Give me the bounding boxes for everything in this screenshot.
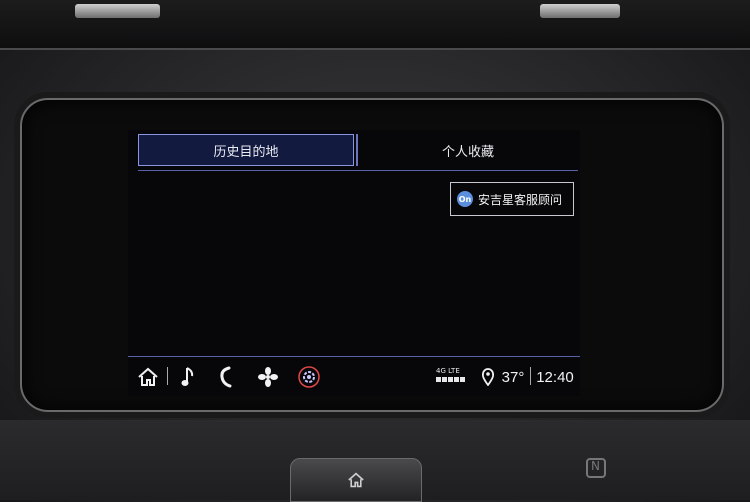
tab-history-destinations[interactable]: 历史目的地 [138,134,354,166]
tab-history-label: 历史目的地 [213,144,279,160]
status-bar: 4G LTE 37° 12:40 [128,356,580,396]
status-divider [530,367,531,385]
onstar-advisor-label: 安吉星客服顾问 [478,192,563,207]
tab-favorites-label: 个人收藏 [441,144,494,160]
home-icon [138,367,158,386]
fan-icon [258,367,278,387]
audio-button[interactable] [178,363,200,391]
hardware-home-button[interactable] [290,458,422,502]
dashboard-top-trim [0,0,750,50]
clock: 12:40 [536,368,574,386]
home-button[interactable] [136,363,160,391]
tab-favorites[interactable]: 个人收藏 [356,134,578,166]
location-pin-icon [482,368,494,386]
climate-button[interactable] [256,363,280,391]
onstar-icon: On [457,191,473,207]
settings-icon [298,366,320,388]
left-air-vent [75,4,160,18]
tab-bar: 历史目的地 个人收藏 [138,134,578,171]
right-air-vent [540,4,620,18]
settings-button[interactable] [296,363,322,391]
infotainment-screen: 历史目的地 个人收藏 On 安吉星客服顾问 4G LTE 37° 12:40 [128,130,580,396]
music-note-icon [181,367,194,386]
onstar-advisor-button[interactable]: On 安吉星客服顾问 [450,182,574,216]
network-label: 4G LTE [436,367,460,375]
outside-temperature: 37° [501,368,525,386]
signal-bars-icon [436,377,465,382]
home-icon [348,472,364,488]
phone-icon [220,366,232,388]
location-indicator[interactable] [480,363,496,391]
status-divider [167,367,168,385]
nfc-icon [586,458,606,478]
network-indicator: 4G LTE [436,367,465,382]
phone-button[interactable] [216,363,238,391]
